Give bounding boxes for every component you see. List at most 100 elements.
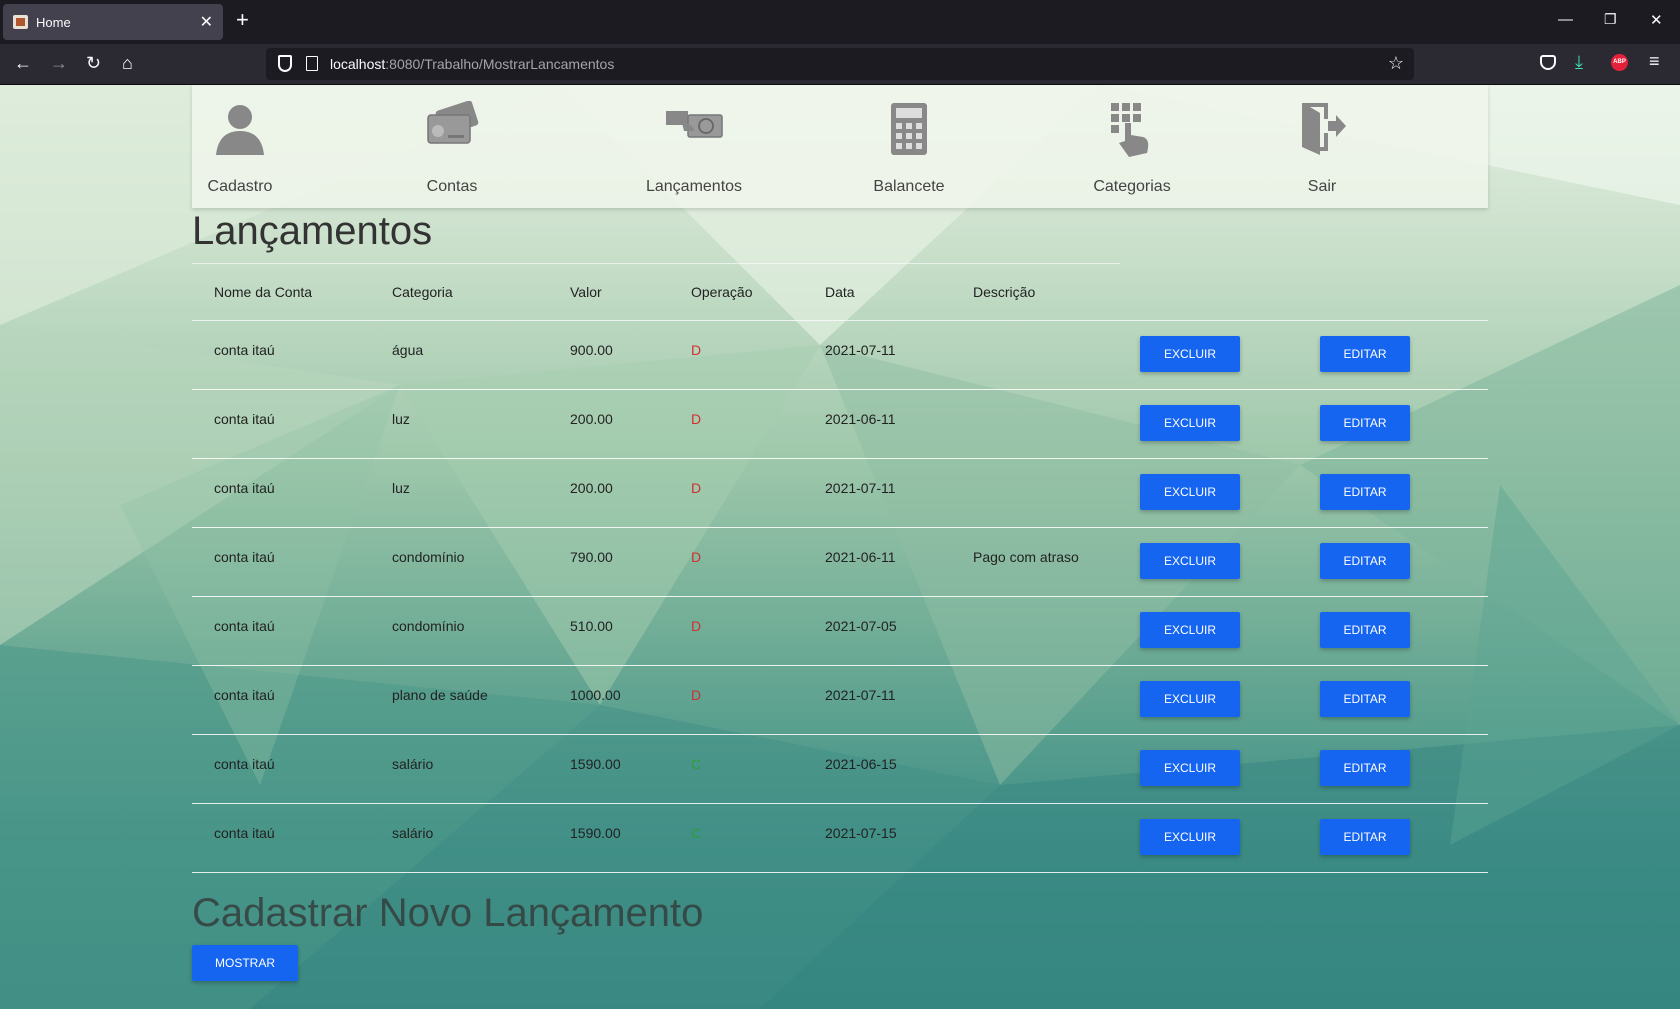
bookmark-star-icon[interactable]: ☆ (1388, 53, 1404, 74)
tab-close-icon[interactable]: ✕ (200, 12, 213, 32)
exit-door-icon (1302, 103, 1346, 155)
adblock-icon[interactable]: ABP (1611, 54, 1628, 71)
new-tab-icon[interactable]: + (236, 9, 249, 31)
editar-button[interactable]: EDITAR (1320, 749, 1410, 786)
grid-pointer-icon (1111, 103, 1149, 157)
editar-button[interactable]: EDITAR (1320, 542, 1410, 579)
cell-descricao (951, 389, 1140, 459)
minimize-icon[interactable]: — (1558, 11, 1573, 28)
excluir-button[interactable]: EXCLUIR (1140, 680, 1240, 717)
cell-conta: conta itaú (192, 665, 370, 735)
excluir-button[interactable]: EXCLUIR (1140, 473, 1240, 510)
tab-title: Home (36, 15, 71, 30)
page-title: Lançamentos (192, 209, 433, 253)
cell-data: 2021-06-15 (803, 734, 951, 804)
col-header: Descrição (951, 264, 1140, 321)
menu-item-cadastro[interactable]: Cadastro (192, 85, 288, 208)
col-header (1140, 264, 1320, 321)
pocket-icon[interactable] (1540, 55, 1556, 70)
browser-nav-bar: ← → ↻ ⌂ localhost:8080/Trabalho/MostrarL… (0, 44, 1680, 85)
cell-conta: conta itaú (192, 389, 370, 459)
hamburger-menu-icon[interactable]: ≡ (1649, 51, 1660, 72)
excluir-button[interactable]: EXCLUIR (1140, 749, 1240, 786)
menu-item-sair[interactable]: Sair (1282, 85, 1362, 208)
cell-valor: 1590.00 (548, 803, 669, 873)
favicon-icon (13, 15, 28, 29)
excluir-button[interactable]: EXCLUIR (1140, 335, 1240, 372)
table-row: conta itaú salário 1590.00 C 2021-06-15 … (192, 734, 1488, 804)
editar-button[interactable]: EDITAR (1320, 818, 1410, 855)
excluir-button[interactable]: EXCLUIR (1140, 404, 1240, 441)
table-row: conta itaú luz 200.00 D 2021-07-11 EXCLU… (192, 458, 1488, 528)
cell-categoria: condomínio (370, 596, 548, 666)
cell-descricao (951, 665, 1140, 735)
cell-operacao: D (669, 389, 803, 459)
table-row: conta itaú condomínio 790.00 D 2021-06-1… (192, 527, 1488, 597)
cell-data: 2021-07-15 (803, 803, 951, 873)
editar-button[interactable]: EDITAR (1320, 680, 1410, 717)
browser-tab-bar: Home ✕ + — ❐ ✕ (0, 0, 1680, 44)
menu-item-balancete[interactable]: Balancete (859, 85, 959, 208)
cell-operacao: D (669, 596, 803, 666)
cell-conta: conta itaú (192, 803, 370, 873)
col-header: Data (803, 264, 951, 321)
cell-descricao (951, 596, 1140, 666)
cell-data: 2021-07-11 (803, 665, 951, 735)
cell-categoria: condomínio (370, 527, 548, 597)
cell-operacao: C (669, 734, 803, 804)
menu-item-categorias[interactable]: Categorias (1067, 85, 1197, 208)
reload-icon[interactable]: ↻ (86, 53, 101, 73)
url-bar[interactable]: localhost:8080/Trabalho/MostrarLancament… (266, 48, 1414, 80)
restore-icon[interactable]: ❐ (1604, 11, 1617, 28)
browser-tab[interactable]: Home ✕ (3, 4, 223, 40)
editar-button[interactable]: EDITAR (1320, 335, 1410, 372)
cell-data: 2021-07-11 (803, 458, 951, 528)
main-menu: Cadastro Contas Lançamentos Balancete Ca… (192, 85, 1488, 208)
tracking-shield-icon[interactable] (278, 55, 292, 72)
cell-valor: 510.00 (548, 596, 669, 666)
url-text[interactable]: localhost:8080/Trabalho/MostrarLancament… (330, 56, 614, 72)
table-row: conta itaú salário 1590.00 C 2021-07-15 … (192, 803, 1488, 873)
cell-data: 2021-06-11 (803, 389, 951, 459)
excluir-button[interactable]: EXCLUIR (1140, 542, 1240, 579)
cell-conta: conta itaú (192, 527, 370, 597)
user-icon (216, 105, 264, 155)
cell-conta: conta itaú (192, 320, 370, 390)
editar-button[interactable]: EDITAR (1320, 473, 1410, 510)
page-info-icon[interactable] (306, 56, 318, 71)
cell-categoria: água (370, 320, 548, 390)
back-icon[interactable]: ← (14, 53, 32, 73)
cell-operacao: D (669, 665, 803, 735)
col-header: Operação (669, 264, 803, 321)
forward-icon[interactable]: → (50, 53, 68, 73)
cell-descricao (951, 458, 1140, 528)
page-content: Cadastro Contas Lançamentos Balancete Ca… (0, 85, 1680, 1009)
cell-valor: 790.00 (548, 527, 669, 597)
excluir-button[interactable]: EXCLUIR (1140, 611, 1240, 648)
cell-operacao: C (669, 803, 803, 873)
mostrar-button[interactable]: MOSTRAR (192, 945, 298, 981)
table-row: conta itaú água 900.00 D 2021-07-11 EXCL… (192, 320, 1488, 390)
col-header (1320, 264, 1488, 321)
download-icon[interactable]: ⤓ (1575, 52, 1583, 73)
col-header: Nome da Conta (192, 264, 370, 321)
col-header: Categoria (370, 264, 548, 321)
home-icon[interactable]: ⌂ (122, 53, 133, 73)
cell-conta: conta itaú (192, 734, 370, 804)
cell-valor: 1590.00 (548, 734, 669, 804)
cell-valor: 200.00 (548, 458, 669, 528)
window-close-icon[interactable]: ✕ (1650, 11, 1663, 29)
cell-categoria: luz (370, 389, 548, 459)
editar-button[interactable]: EDITAR (1320, 611, 1410, 648)
cell-categoria: plano de saúde (370, 665, 548, 735)
cell-data: 2021-07-05 (803, 596, 951, 666)
cell-categoria: luz (370, 458, 548, 528)
lancamentos-table: Nome da Conta Categoria Valor Operação D… (192, 264, 1488, 873)
cell-descricao (951, 320, 1140, 390)
editar-button[interactable]: EDITAR (1320, 404, 1410, 441)
menu-item-lancamentos[interactable]: Lançamentos (624, 85, 764, 208)
new-entry-title: Cadastrar Novo Lançamento (192, 891, 704, 935)
menu-item-contas[interactable]: Contas (402, 85, 502, 208)
cell-valor: 900.00 (548, 320, 669, 390)
excluir-button[interactable]: EXCLUIR (1140, 818, 1240, 855)
